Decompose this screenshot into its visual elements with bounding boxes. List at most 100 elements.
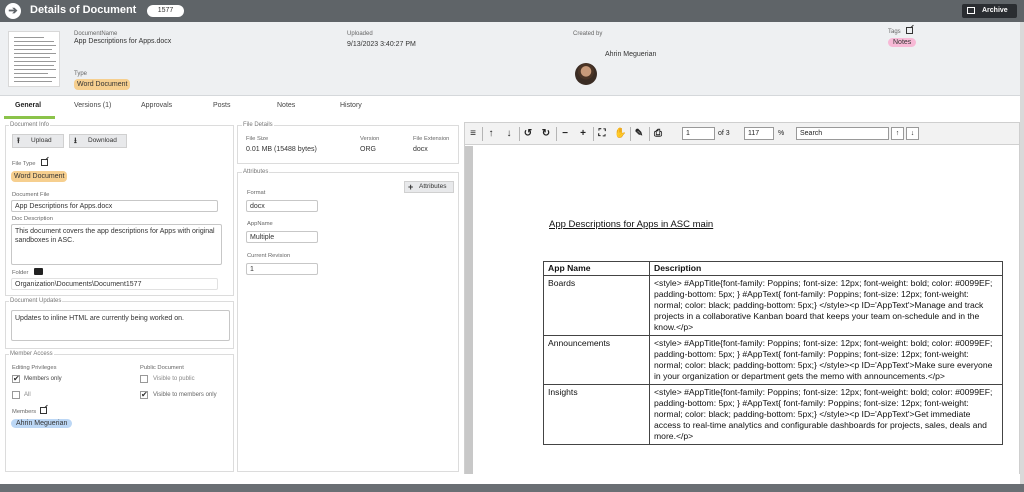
document-updates-field[interactable]: Updates to inline HTML are currently bei…	[11, 310, 230, 341]
current-revision-label: Current Revision	[247, 253, 291, 259]
bottom-bar	[0, 484, 1024, 492]
tab-approvals[interactable]: Approvals	[141, 102, 172, 109]
type-label: Type	[74, 71, 88, 77]
doc-description-field[interactable]: This document covers the app description…	[11, 224, 222, 265]
member-badge[interactable]: Ahrin Meguerian	[11, 419, 73, 428]
document-info-legend: Document Info	[9, 122, 51, 128]
archive-icon	[967, 7, 975, 14]
file-extension-value: docx	[413, 146, 428, 153]
type-badge: Word Document	[74, 79, 131, 90]
column-header-description: Description	[649, 261, 1003, 276]
add-attribute-button[interactable]: + Attributes	[404, 181, 454, 193]
next-page-icon[interactable]: ↓	[503, 127, 515, 141]
upload-icon: ⭱	[17, 136, 20, 145]
back-arrow-icon[interactable]: ➔	[5, 3, 21, 19]
attributes-panel: Attributes + Attributes Format docx AppN…	[237, 169, 459, 472]
rotate-left-icon[interactable]: ↺	[522, 127, 534, 141]
file-size-value: 0.01 MB (15488 bytes)	[246, 146, 317, 153]
archive-button[interactable]: Archive	[962, 4, 1017, 18]
page-number-input[interactable]: 1	[682, 127, 715, 140]
archive-label: Archive	[982, 7, 1008, 14]
member-access-panel: Member Access Editing Privileges ✔ Membe…	[5, 351, 234, 472]
viewer-toolbar: ≡ ↑ ↓ ↺ ↻ − + ⛶ ✋ ✎ ⎙ 1 of 3 117 % Searc…	[465, 123, 1019, 145]
uploaded-value: 9/13/2023 3:40:27 PM	[347, 41, 416, 48]
zoom-out-icon[interactable]: −	[559, 127, 571, 141]
table-header-row: App Name Description	[543, 261, 1003, 276]
app-name-cell: Insights	[543, 384, 650, 445]
download-icon: ⭳	[74, 136, 77, 145]
tab-general[interactable]: General	[15, 102, 41, 109]
upload-label: Upload	[31, 137, 52, 144]
tab-history[interactable]: History	[340, 102, 362, 109]
pan-hand-icon[interactable]: ✋	[614, 127, 626, 141]
description-cell: <style> #AppTitle{font-family: Poppins; …	[649, 384, 1003, 445]
search-input[interactable]: Search	[796, 127, 889, 140]
search-next-icon[interactable]: ↓	[906, 127, 919, 140]
tab-bar: General Versions (1) Approvals Posts Not…	[0, 97, 1024, 119]
current-revision-field[interactable]: 1	[246, 263, 318, 275]
column-header-app-name: App Name	[543, 261, 650, 276]
edit-tags-icon[interactable]	[906, 27, 913, 34]
document-page: App Descriptions for Apps in ASC main Ap…	[465, 146, 1019, 474]
document-updates-legend: Document Updates	[9, 298, 63, 304]
search-prev-icon[interactable]: ↑	[891, 127, 904, 140]
print-icon[interactable]: ⎙	[652, 127, 664, 141]
visible-public-checkbox[interactable]	[140, 375, 148, 383]
zoom-in-icon[interactable]: +	[577, 127, 589, 141]
folder-icon[interactable]	[34, 268, 43, 275]
visible-public-label: Visible to public	[153, 376, 195, 382]
editing-privileges-label: Editing Privileges	[12, 365, 57, 371]
download-button[interactable]: ⭳ Download	[69, 134, 127, 148]
format-label: Format	[247, 190, 266, 196]
tag-badge[interactable]: Notes	[888, 38, 917, 47]
members-only-checkbox[interactable]: ✔	[12, 375, 20, 383]
folder-label: Folder	[12, 270, 29, 276]
window-edge-shadow	[1020, 22, 1024, 484]
document-name-label: DocumentName	[74, 31, 118, 37]
tags-label: Tags	[888, 29, 901, 35]
file-type-label: File Type	[12, 161, 36, 167]
document-info-panel: Document Info ⭱ Upload ⭳ Download File T…	[5, 122, 234, 296]
file-details-panel: File Details File Size 0.01 MB (15488 by…	[237, 122, 459, 164]
edit-members-icon[interactable]	[40, 407, 47, 414]
annotate-pen-icon[interactable]: ✎	[633, 127, 645, 141]
document-thumbnail[interactable]	[8, 31, 60, 87]
avatar	[575, 63, 597, 85]
tab-versions[interactable]: Versions (1)	[74, 102, 111, 109]
all-label: All	[24, 392, 31, 398]
upload-button[interactable]: ⭱ Upload	[12, 134, 64, 148]
visible-members-checkbox[interactable]: ✔	[140, 391, 148, 399]
doc-description-label: Doc Description	[12, 216, 53, 222]
document-file-field[interactable]: App Descriptions for Apps.docx	[11, 200, 218, 212]
app-name-cell: Announcements	[543, 335, 650, 385]
document-file-label: Document File	[12, 192, 50, 198]
all-checkbox[interactable]	[12, 391, 20, 399]
file-size-label: File Size	[246, 136, 269, 142]
format-field[interactable]: docx	[246, 200, 318, 212]
file-details-legend: File Details	[242, 122, 274, 128]
fit-page-icon[interactable]: ⛶	[596, 127, 608, 141]
active-tab-indicator	[4, 116, 55, 119]
members-label: Members	[12, 409, 37, 415]
edit-file-type-icon[interactable]	[41, 159, 48, 166]
previous-page-icon[interactable]: ↑	[485, 127, 497, 141]
member-access-legend: Member Access	[9, 351, 54, 357]
rotate-right-icon[interactable]: ↻	[540, 127, 552, 141]
document-id-badge: 1577	[147, 5, 184, 17]
zoom-input[interactable]: 117	[744, 127, 774, 140]
add-attribute-label: Attributes	[419, 183, 447, 190]
tab-notes[interactable]: Notes	[277, 102, 295, 109]
visible-members-label: Visible to members only	[153, 392, 217, 398]
menu-icon[interactable]: ≡	[467, 127, 479, 141]
appname-field[interactable]: Multiple	[246, 231, 318, 243]
page-count-label: of 3	[718, 130, 730, 137]
table-row: Insights <style> #AppTitle{font-family: …	[543, 384, 1003, 445]
document-heading: App Descriptions for Apps in ASC main	[549, 219, 714, 230]
appname-label: AppName	[247, 221, 273, 227]
tab-posts[interactable]: Posts	[213, 102, 231, 109]
title-bar: ➔ Details of Document 1577 Archive	[0, 0, 1024, 22]
document-updates-panel: Document Updates Updates to inline HTML …	[5, 298, 234, 349]
table-row: Announcements <style> #AppTitle{font-fam…	[543, 335, 1003, 385]
folder-field[interactable]: Organization\Documents\Document1577	[11, 278, 218, 290]
document-viewer: ≡ ↑ ↓ ↺ ↻ − + ⛶ ✋ ✎ ⎙ 1 of 3 117 % Searc…	[464, 122, 1020, 474]
